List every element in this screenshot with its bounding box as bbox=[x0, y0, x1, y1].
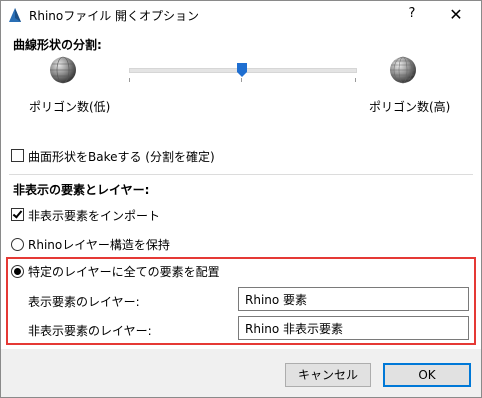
bake-surfaces-label[interactable]: 曲面形状をBakeする (分割を確定) bbox=[28, 148, 215, 165]
specific-layer-label[interactable]: 特定のレイヤーに全ての要素を配置 bbox=[28, 263, 220, 280]
slider-tick bbox=[241, 78, 242, 82]
hidden-elements-heading: 非表示の要素とレイヤー: bbox=[13, 183, 150, 197]
cancel-button[interactable]: キャンセル bbox=[285, 363, 371, 387]
hidden-layer-field[interactable]: Rhino 非表示要素 bbox=[238, 316, 469, 340]
dialog-window: Rhinoファイル 開くオプション ? ✕ 曲線形状の分割: ポリゴン数(低) … bbox=[0, 0, 482, 398]
rhino-app-icon bbox=[9, 8, 21, 22]
dialog-footer: キャンセル OK bbox=[1, 349, 481, 397]
keep-layer-structure-radio[interactable] bbox=[11, 238, 24, 251]
slider-tick bbox=[129, 78, 130, 82]
specific-layer-radio[interactable] bbox=[11, 265, 24, 278]
high-polygon-label: ポリゴン数(高) bbox=[369, 100, 451, 114]
window-title: Rhinoファイル 開くオプション bbox=[29, 9, 200, 23]
close-button[interactable]: ✕ bbox=[445, 5, 467, 25]
curve-subdivision-heading: 曲線形状の分割: bbox=[13, 38, 102, 52]
help-button[interactable]: ? bbox=[403, 6, 421, 24]
low-polygon-label: ポリゴン数(低) bbox=[29, 100, 111, 114]
dialog-content: 曲線形状の分割: ポリゴン数(低) ポリゴン数(高) 曲面形状をBakeする (… bbox=[1, 30, 481, 349]
visible-layer-field[interactable]: Rhino 要素 bbox=[238, 287, 469, 311]
keep-layer-structure-label[interactable]: Rhinoレイヤー構造を保持 bbox=[28, 236, 170, 253]
subdivision-slider-thumb[interactable] bbox=[237, 63, 247, 77]
bake-surfaces-checkbox[interactable] bbox=[11, 149, 24, 162]
low-poly-sphere-icon bbox=[50, 56, 76, 84]
slider-tick bbox=[355, 78, 356, 82]
import-hidden-checkbox[interactable] bbox=[11, 208, 24, 221]
section-divider bbox=[9, 174, 473, 175]
import-hidden-label[interactable]: 非表示要素をインポート bbox=[28, 207, 160, 224]
high-poly-sphere-icon bbox=[390, 56, 416, 84]
visible-layer-label: 表示要素のレイヤー: bbox=[28, 295, 140, 309]
hidden-layer-label: 非表示要素のレイヤー: bbox=[28, 324, 152, 338]
title-bar: Rhinoファイル 開くオプション ? ✕ bbox=[1, 1, 481, 30]
ok-button[interactable]: OK bbox=[383, 363, 471, 387]
